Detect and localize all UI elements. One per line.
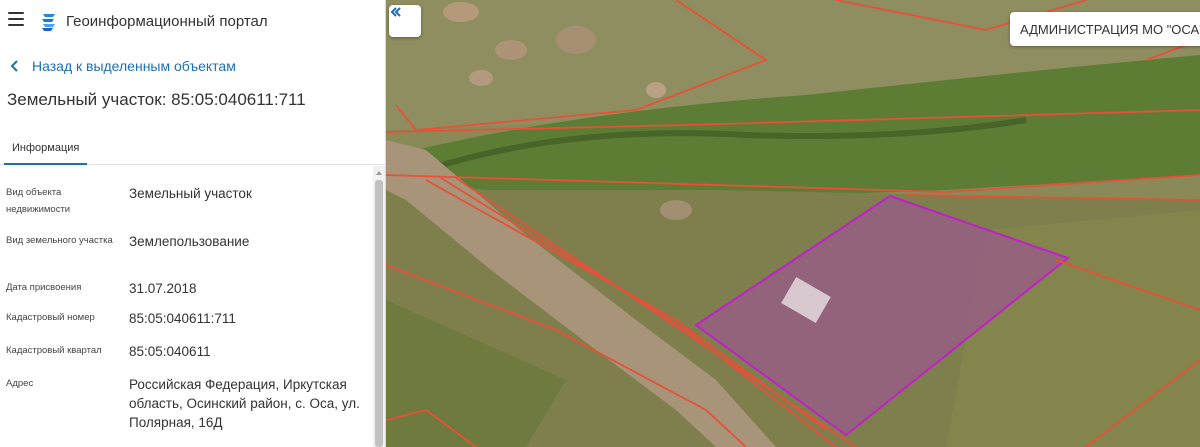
info-key: Кадастровый квартал [6, 345, 102, 356]
soil-patch [646, 82, 666, 98]
tab-information[interactable]: Информация [4, 133, 88, 165]
info-key: Адрес [6, 378, 34, 389]
satellite-map[interactable] [386, 0, 1200, 447]
chevron-left-icon [10, 60, 18, 72]
soil-patch [495, 40, 527, 60]
scroll-up-arrow-icon[interactable] [376, 171, 382, 175]
back-link-label: Назад к выделенным объектам [32, 58, 236, 74]
info-scrollbar[interactable] [373, 166, 385, 447]
hamburger-menu-icon[interactable] [8, 12, 24, 26]
info-table: Вид объекта недвижимости Земельный участ… [0, 166, 372, 447]
top-bar: Геоинформационный портал [0, 0, 385, 44]
soil-patch [443, 2, 479, 22]
info-key: Вид земельного участка [6, 235, 113, 246]
administration-button[interactable]: АДМИНИСТРАЦИЯ МО "ОСА" [1010, 12, 1200, 46]
scrollbar-thumb[interactable] [375, 180, 383, 447]
info-value: 85:05:040611:711 [129, 311, 236, 326]
soil-patch [556, 26, 596, 54]
geoportal-logo-icon [42, 14, 55, 31]
soil-patch [469, 70, 493, 86]
tab-bar: Информация [0, 133, 385, 165]
double-chevron-left-icon [390, 7, 401, 17]
soil-patch [660, 200, 692, 220]
info-value: 85:05:040611 [129, 344, 211, 359]
info-value: Земельный участок [129, 186, 252, 201]
app-title: Геоинформационный портал [66, 13, 268, 30]
info-value: 31.07.2018 [129, 281, 197, 296]
info-key: Кадастровый номер [6, 312, 95, 323]
map-view[interactable]: АДМИНИСТРАЦИЯ МО "ОСА" [386, 0, 1200, 447]
info-key: Вид объекта недвижимости [6, 187, 71, 215]
side-panel: Геоинформационный портал Назад к выделен… [0, 0, 386, 447]
info-value: Российская Федерация, Иркутская область,… [129, 377, 360, 430]
back-to-selected-link[interactable]: Назад к выделенным объектам [8, 58, 236, 74]
info-key: Дата присвоения [6, 282, 82, 293]
info-value: Землепользование [129, 234, 250, 249]
page-title: Земельный участок: 85:05:040611:711 [7, 90, 306, 109]
collapse-panel-button[interactable] [389, 5, 421, 37]
